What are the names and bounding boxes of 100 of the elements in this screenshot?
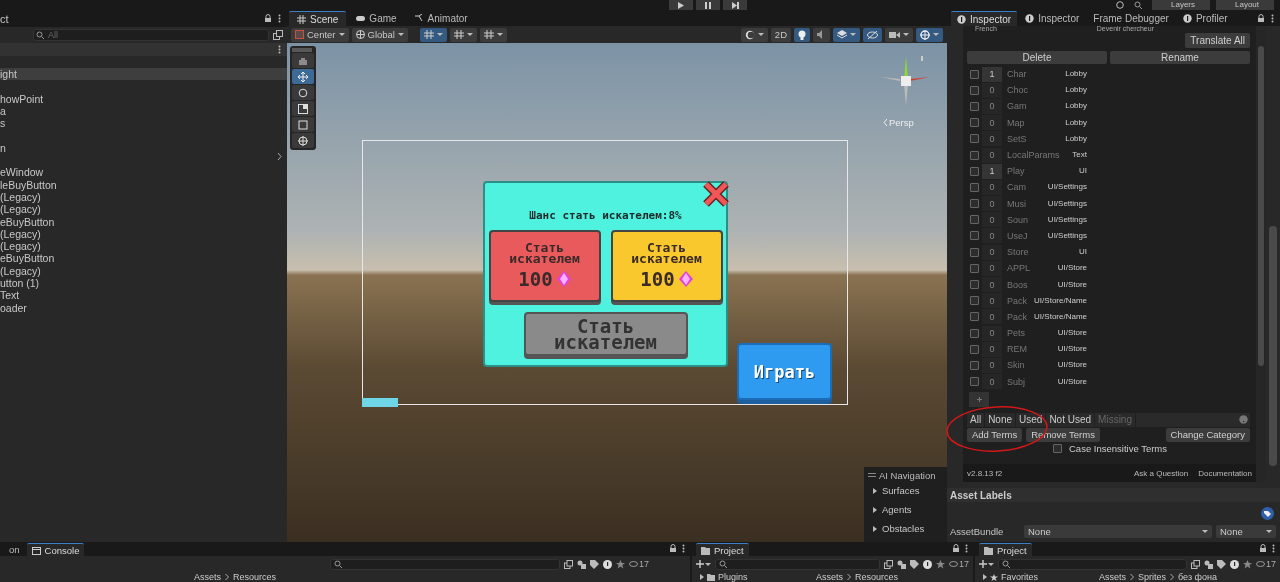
pivot-dropdown[interactable]: Center xyxy=(291,27,349,42)
increment-button[interactable] xyxy=(480,27,507,42)
help-icon[interactable] xyxy=(1239,415,1248,425)
warning-icon[interactable] xyxy=(603,559,612,569)
term-key[interactable]: Pack xyxy=(1007,295,1027,306)
term-key[interactable]: LocalParams xyxy=(1007,150,1060,161)
checkbox[interactable] xyxy=(970,247,979,257)
checkbox[interactable] xyxy=(970,182,979,192)
term-key[interactable]: UseJ xyxy=(1007,230,1028,241)
purchase-button[interactable]: Стать искателем 100 xyxy=(610,230,723,302)
scene-picker-icon[interactable] xyxy=(564,559,573,569)
term-key[interactable]: APPL xyxy=(1007,263,1030,274)
filter-button[interactable]: All xyxy=(967,412,986,427)
checkbox[interactable] xyxy=(970,101,979,111)
filter-type-icon[interactable] xyxy=(1204,559,1213,569)
term-key[interactable]: Boos xyxy=(1007,279,1028,290)
purchase-button[interactable]: Стать искателем 100 xyxy=(488,230,601,302)
tab[interactable]: Inspector xyxy=(951,11,1018,26)
chevron-right-icon[interactable] xyxy=(277,153,282,161)
checkbox[interactable] xyxy=(970,85,979,95)
menu-icon[interactable] xyxy=(1271,14,1274,23)
search-field[interactable] xyxy=(998,558,1187,570)
camera-dropdown[interactable] xyxy=(885,27,913,42)
checkbox[interactable] xyxy=(970,166,979,176)
translate-all-button[interactable]: Translate All xyxy=(1185,33,1250,48)
hierarchy-item[interactable]: leBuyButton xyxy=(0,178,287,191)
menu-icon[interactable] xyxy=(965,544,968,553)
action-button[interactable]: Change Category xyxy=(1165,427,1250,442)
grip-icon[interactable] xyxy=(868,473,876,477)
star-icon[interactable] xyxy=(616,559,625,569)
foldout-item[interactable]: Obstacles xyxy=(868,519,925,538)
tab[interactable]: Console xyxy=(26,543,85,556)
add-button[interactable] xyxy=(969,391,989,407)
term-key[interactable]: Map xyxy=(1007,117,1025,128)
hierarchy-item[interactable]: (Legacy) xyxy=(0,264,287,278)
menu-icon[interactable] xyxy=(278,45,281,54)
checkbox[interactable] xyxy=(970,118,979,128)
gizmos-dropdown[interactable] xyxy=(916,27,943,42)
lock-icon[interactable] xyxy=(264,14,272,22)
warning-icon[interactable] xyxy=(1230,559,1239,569)
hierarchy-item[interactable]: (Legacy) xyxy=(0,240,287,253)
tag-icon[interactable] xyxy=(910,559,919,569)
checkbox[interactable] xyxy=(970,328,979,338)
effects-dropdown[interactable] xyxy=(833,27,860,42)
tool-button[interactable] xyxy=(292,53,314,68)
hierarchy-item[interactable]: howPoint xyxy=(0,92,287,105)
breadcrumb-item[interactable]: Assets xyxy=(194,572,221,582)
scene-view[interactable]: Persp Шанс стать искателем:8% Стать искателем 100 Стать искателем 100 Стать искателем Играть AI Navigation Surfaces Agents Obstacles xyxy=(287,43,947,542)
tab[interactable]: Project xyxy=(696,543,749,556)
lock-icon[interactable] xyxy=(1259,544,1267,552)
tool-button[interactable] xyxy=(292,117,314,132)
filter-type-icon[interactable] xyxy=(577,559,586,569)
link[interactable]: Documentation xyxy=(1198,468,1252,478)
term-key[interactable]: Gam xyxy=(1007,101,1027,112)
grid-snap-button[interactable] xyxy=(420,27,447,42)
term-key[interactable]: REM xyxy=(1007,344,1027,355)
tag-icon[interactable] xyxy=(1217,559,1226,569)
action-button[interactable]: Delete xyxy=(967,51,1107,64)
tree-item[interactable]: Plugins xyxy=(718,572,748,582)
filter-button[interactable]: Used xyxy=(1016,412,1047,427)
tab[interactable]: Profiler xyxy=(1176,11,1234,26)
dropdown[interactable]: Layout xyxy=(1216,0,1274,10)
foldout-item[interactable]: Surfaces xyxy=(868,481,920,500)
star-icon[interactable] xyxy=(936,559,945,569)
search-field[interactable] xyxy=(330,558,560,570)
eye-icon[interactable] xyxy=(949,561,958,567)
term-key[interactable]: Subj xyxy=(1007,376,1025,387)
warning-icon[interactable] xyxy=(923,559,932,569)
hierarchy-item[interactable]: (Legacy) xyxy=(0,203,287,216)
tag-icon[interactable] xyxy=(1261,506,1274,520)
search-icon[interactable] xyxy=(1134,1,1142,9)
hierarchy-item[interactable]: s xyxy=(0,117,287,130)
close-icon[interactable] xyxy=(702,180,730,208)
tool-button[interactable] xyxy=(292,101,314,116)
tab[interactable]: Frame Debugger xyxy=(1087,11,1175,26)
tool-button[interactable] xyxy=(292,85,314,100)
space-dropdown[interactable]: Global xyxy=(351,27,408,42)
tab[interactable]: Inspector xyxy=(1019,11,1086,26)
scene-picker-icon[interactable] xyxy=(1191,559,1200,569)
action-button[interactable]: Стать искателем xyxy=(523,312,688,356)
hierarchy-item[interactable]: n xyxy=(0,141,287,155)
history-icon[interactable] xyxy=(1116,1,1124,9)
term-key[interactable]: Soun xyxy=(1007,214,1029,225)
filter-button[interactable]: Not Used xyxy=(1046,412,1096,427)
checkbox[interactable] xyxy=(970,134,979,144)
breadcrumb-item[interactable]: Assets xyxy=(816,572,843,582)
caret-right-icon[interactable] xyxy=(700,574,704,580)
step-button[interactable] xyxy=(723,0,747,10)
hierarchy-item[interactable]: (Legacy) xyxy=(0,227,287,241)
hierarchy-item[interactable]: eWindow xyxy=(0,166,287,179)
hierarchy-item[interactable]: a xyxy=(0,104,287,118)
tag-icon[interactable] xyxy=(590,559,599,569)
play-button[interactable] xyxy=(669,0,693,10)
term-key[interactable]: Choc xyxy=(1007,85,1028,96)
lock-icon[interactable] xyxy=(669,544,677,552)
action-button[interactable]: Rename xyxy=(1110,51,1250,64)
term-key[interactable]: Cam xyxy=(1007,182,1026,193)
checkbox[interactable] xyxy=(970,69,979,79)
checkbox[interactable] xyxy=(970,150,979,160)
hierarchy-item[interactable]: oader xyxy=(0,301,287,314)
